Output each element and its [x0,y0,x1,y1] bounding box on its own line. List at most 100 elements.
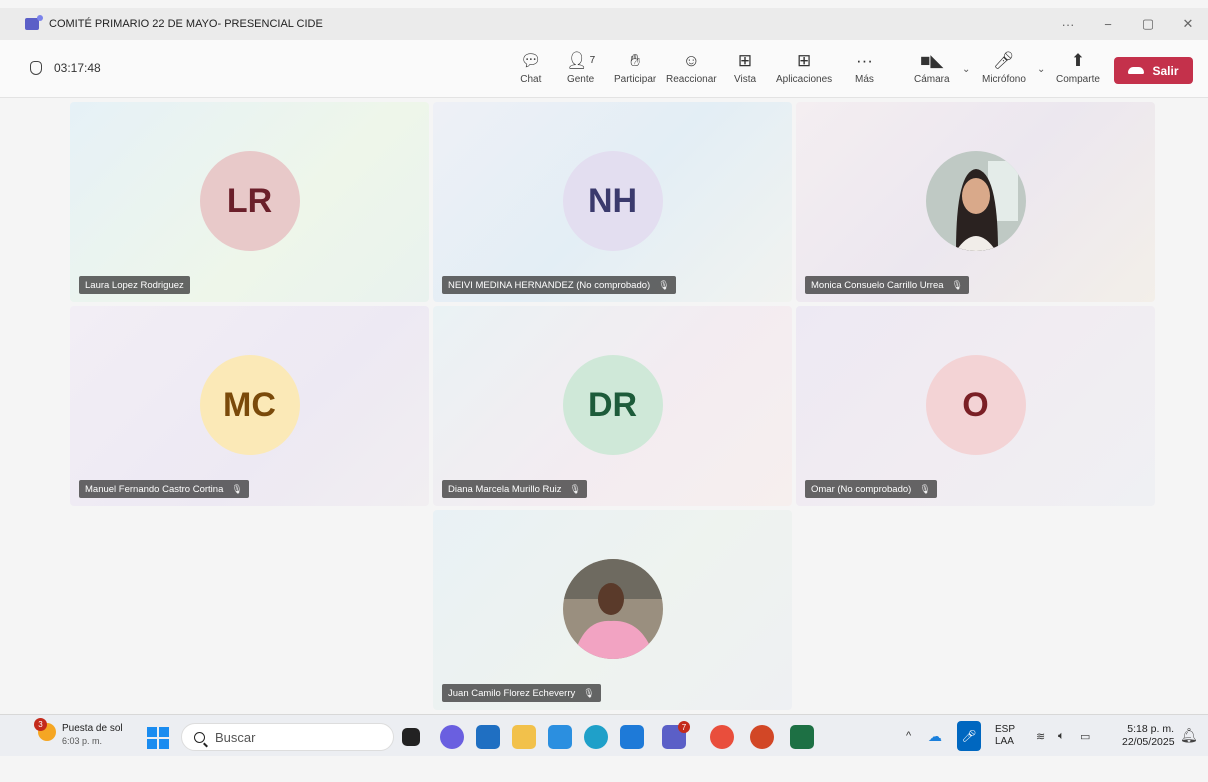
task-view-icon[interactable] [402,728,420,746]
people-icon: 👤︎ 7 [566,51,596,70]
language-indicator[interactable]: ESP LAA [995,724,1015,748]
participant-tile[interactable]: MC Manuel Fernando Castro Cortina 🎙︎ [70,306,429,506]
windows-taskbar: 3 Puesta de sol 6:03 p. m. Buscar 7 ^ ☁ … [0,714,1208,756]
more-label: Más [855,74,874,85]
share-button[interactable]: ⬆ Comparte [1056,50,1100,85]
hand-icon: ✋︎ [630,51,640,70]
raise-hand-label: Participar [614,74,657,85]
chat-button[interactable]: 💬︎ Chat [520,50,542,85]
muted-mic-icon: 🎙︎ [569,483,581,494]
apps-button[interactable]: ⊞ Aplicaciones [776,50,832,85]
weather-widget[interactable]: 3 Puesta de sol 6:03 p. m. [34,718,123,747]
taskbar-clock[interactable]: 5:18 p. m. 22/05/2025 [1122,723,1175,749]
people-label: Gente [566,74,595,85]
show-hidden-icons-chevron-icon[interactable]: ^ [906,715,911,757]
maximize-button[interactable]: ▢ [1128,16,1168,32]
search-placeholder: Buscar [215,729,256,745]
teams-badge: 7 [678,721,690,733]
participant-tile[interactable]: NH NEIVI MEDINA HERNANDEZ (No comprobado… [433,102,792,302]
participant-name: Omar (No comprobado) 🎙︎ [805,480,937,498]
language-code: ESP [995,724,1016,735]
camera-off-icon: ■◣ [920,51,944,70]
participant-name: Laura Lopez Rodriguez [79,276,190,294]
calendar-app-icon[interactable] [620,725,644,749]
muted-mic-icon: 🎙︎ [919,483,931,494]
timer-value: 03:17:48 [54,61,101,75]
volume-icon[interactable]: 🔈︎ [1058,715,1065,757]
participant-name-text: Diana Marcela Murillo Ruiz [448,483,562,495]
avatar: O [925,355,1026,455]
participant-name: NEIVI MEDINA HERNANDEZ (No comprobado) 🎙︎ [442,276,676,294]
teams-taskbar-icon[interactable]: 7 [662,721,690,749]
avatar: LR [199,151,300,251]
participant-tile[interactable]: LR Laura Lopez Rodriguez [70,102,429,302]
file-explorer-icon[interactable] [512,725,536,749]
muted-mic-icon: 🎙︎ [583,687,595,698]
raise-hand-button[interactable]: ✋︎ Participar [614,50,656,85]
mic-label: Micrófono [982,74,1026,85]
participant-tile[interactable]: Monica Consuelo Carrillo Urrea 🎙︎ [796,102,1155,302]
apps-label: Aplicaciones [776,74,833,85]
window-controls: ··· − ▢ ✕ [1048,8,1208,40]
taskbar-search[interactable]: Buscar [181,723,394,751]
leave-button[interactable]: Salir [1114,57,1193,84]
meeting-timer: 03:17:48 [30,61,101,75]
mic-button[interactable]: 🎤︎ Micrófono [982,50,1026,85]
grid-icon: ⊞ [737,51,753,70]
battery-icon[interactable]: ▭ [1080,715,1090,757]
news-app-icon[interactable] [548,725,572,749]
react-label: Reaccionar [666,74,717,85]
more-button[interactable]: ··· Más [855,50,874,85]
microphone-in-use-icon[interactable]: 🎤︎ [957,721,981,751]
hang-up-icon [1128,67,1145,74]
camera-label: Cámara [914,74,950,85]
sunset-icon: 3 [34,718,56,741]
notifications-icon[interactable]: 🔔︎ [1180,727,1198,744]
powerpoint-icon[interactable] [750,725,774,749]
weather-badge: 3 [34,718,47,731]
weather-time: 6:03 p. m. [62,736,103,746]
muted-mic-icon: 🎙︎ [231,483,243,494]
close-button[interactable]: ✕ [1168,16,1208,32]
people-button[interactable]: 👤︎ 7 Gente [566,50,595,85]
view-label: Vista [734,74,757,85]
avatar: MC [199,355,300,455]
chat-icon: 💬︎ [520,51,542,70]
camera-button[interactable]: ■◣ Cámara [914,50,950,85]
chrome-browser-icon[interactable] [710,725,734,749]
chat-app-icon[interactable] [440,725,464,749]
chat-label: Chat [520,74,542,85]
smiley-icon: ☺ [682,51,700,70]
store-icon[interactable] [476,725,500,749]
avatar: NH [562,151,663,251]
participant-photo-image [562,559,663,659]
participant-name: Juan Camilo Florez Echeverry 🎙︎ [442,684,601,702]
wifi-icon[interactable]: ≋ [1036,715,1045,757]
more-options-button[interactable]: ··· [1048,17,1088,32]
mic-options-chevron-icon[interactable]: ⌄ [1037,64,1045,75]
excel-icon[interactable] [790,725,814,749]
participant-tile[interactable]: Juan Camilo Florez Echeverry 🎙︎ [433,510,792,710]
participant-name-text: Omar (No comprobado) [811,483,912,495]
camera-options-chevron-icon[interactable]: ⌄ [962,64,970,75]
weather-title: Puesta de sol [62,723,123,734]
minimize-button[interactable]: − [1088,17,1128,32]
muted-mic-icon: 🎙︎ [951,279,963,290]
leave-label: Salir [1152,63,1179,78]
teams-meeting-window: COMITÉ PRIMARIO 22 DE MAYO- PRESENCIAL C… [0,0,1208,782]
participant-tile[interactable]: O Omar (No comprobado) 🎙︎ [796,306,1155,506]
edge-browser-icon[interactable] [584,725,608,749]
microphone-icon: 🎤︎ [993,51,1015,70]
participant-name-text: Manuel Fernando Castro Cortina [85,483,224,495]
participant-name: Manuel Fernando Castro Cortina 🎙︎ [79,480,249,498]
onedrive-cloud-icon[interactable]: ☁ [928,715,942,757]
clock-date: 22/05/2025 [1122,736,1175,748]
participant-name-text: Laura Lopez Rodriguez [85,279,184,291]
participant-name: Monica Consuelo Carrillo Urrea 🎙︎ [805,276,969,294]
view-button[interactable]: ⊞ Vista [734,50,756,85]
windows-start-icon[interactable] [147,727,169,749]
more-dots-icon: ··· [855,51,873,70]
participant-name-text: NEIVI MEDINA HERNANDEZ (No comprobado) [448,279,651,291]
react-button[interactable]: ☺ Reaccionar [666,50,717,85]
participant-tile[interactable]: DR Diana Marcela Murillo Ruiz 🎙︎ [433,306,792,506]
